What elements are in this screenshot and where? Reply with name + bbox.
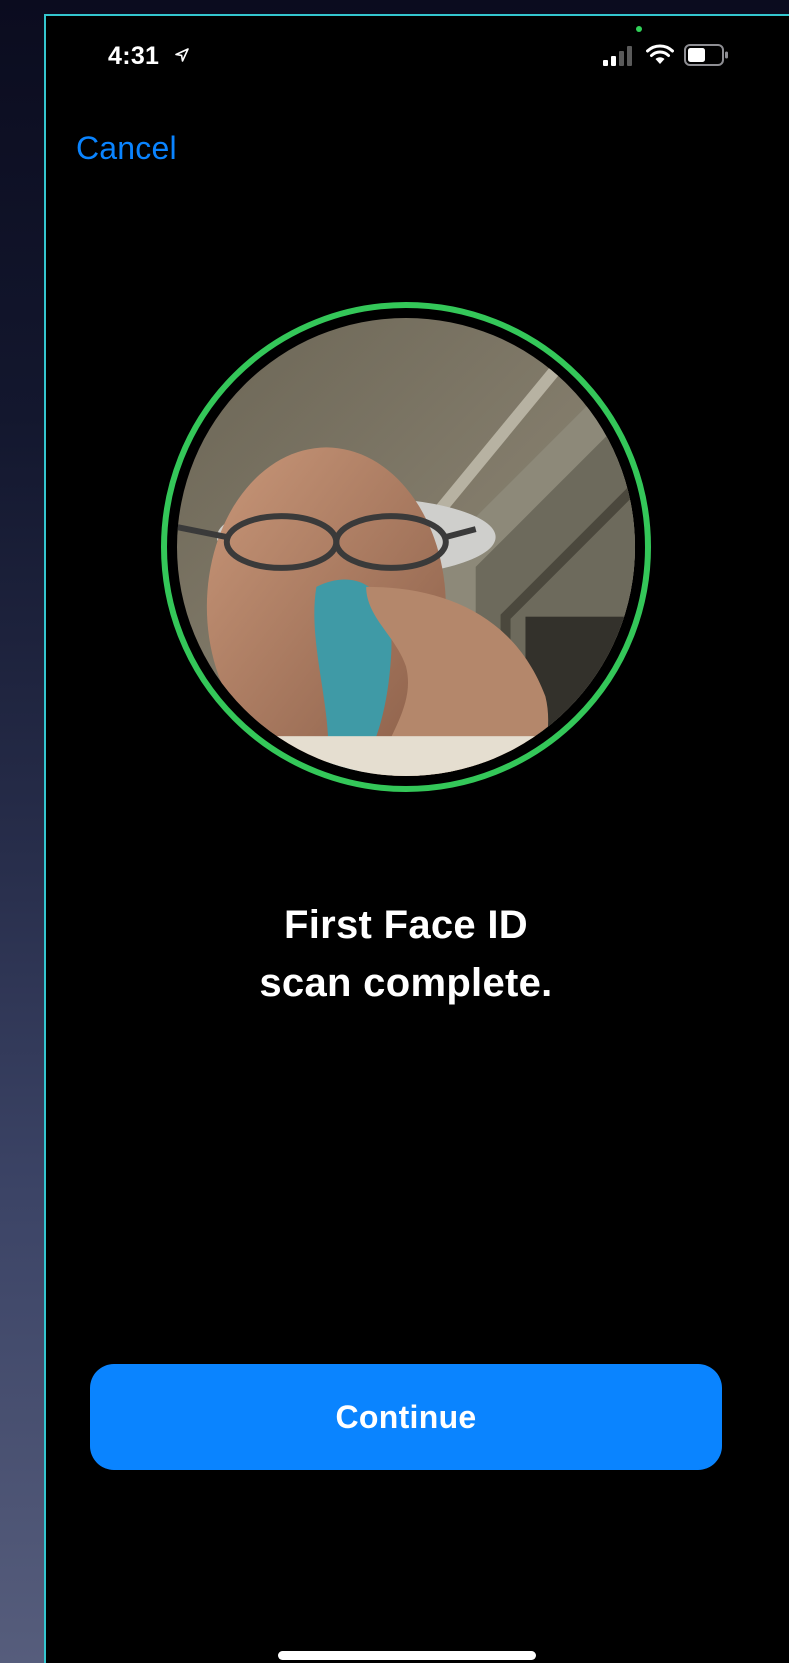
status-bar: 4:31	[46, 16, 789, 96]
face-photo	[177, 318, 635, 776]
status-time: 4:31	[108, 42, 160, 70]
face-scan-ring	[161, 302, 651, 792]
home-indicator[interactable]	[278, 1651, 536, 1660]
camera-in-use-indicator	[636, 26, 642, 32]
scan-status-line-2: scan complete.	[259, 961, 553, 1005]
camera-preview	[177, 318, 635, 776]
battery-icon	[684, 44, 728, 66]
cellular-signal-icon	[603, 46, 632, 66]
cancel-button[interactable]: Cancel	[76, 130, 177, 167]
location-arrow-icon	[175, 48, 189, 62]
scan-status-line-1: First Face ID	[284, 903, 528, 947]
continue-button[interactable]: Continue	[90, 1364, 722, 1470]
scan-status-message: First Face ID scan complete.	[46, 896, 766, 1012]
face-id-setup-screen: 4:31 Cancel First Face ID scan complete.…	[44, 14, 789, 1663]
wifi-icon	[646, 44, 674, 64]
